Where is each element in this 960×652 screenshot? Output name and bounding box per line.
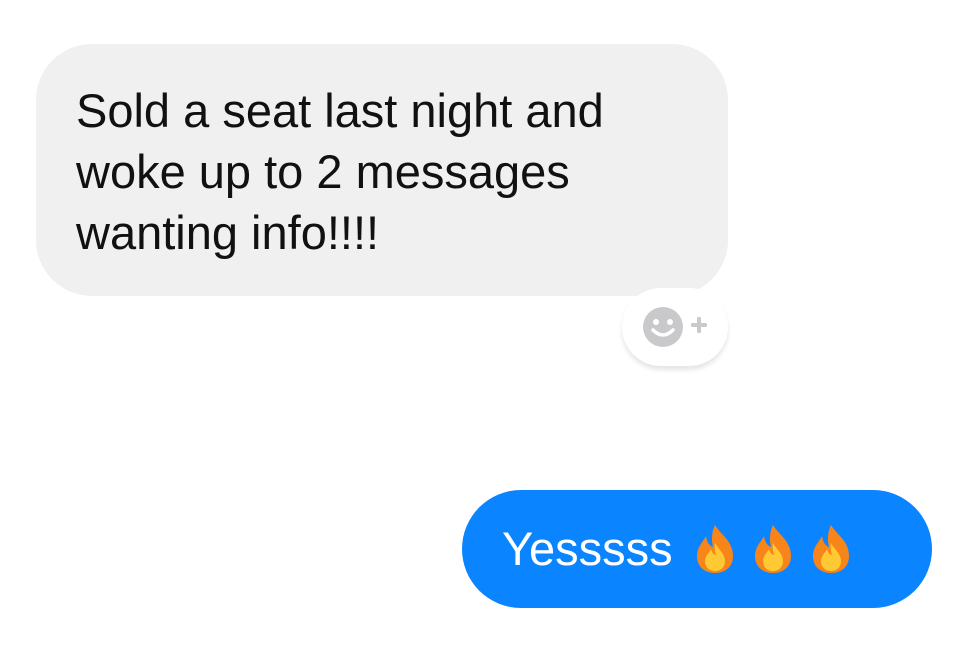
plus-icon [691,317,707,333]
smiley-icon [643,307,683,347]
fire-icon [696,525,733,573]
incoming-message-bubble[interactable]: Sold a seat last night and woke up to 2 … [36,44,728,296]
outgoing-message-bubble[interactable]: Yesssss [462,490,932,608]
outgoing-message-text: Yesssss [502,522,673,575]
add-reaction-button[interactable] [622,288,728,366]
fire-icon [812,525,849,573]
chat-thread: Sold a seat last night and woke up to 2 … [0,0,960,652]
fire-icon [754,525,791,573]
incoming-message-text: Sold a seat last night and woke up to 2 … [76,84,604,259]
